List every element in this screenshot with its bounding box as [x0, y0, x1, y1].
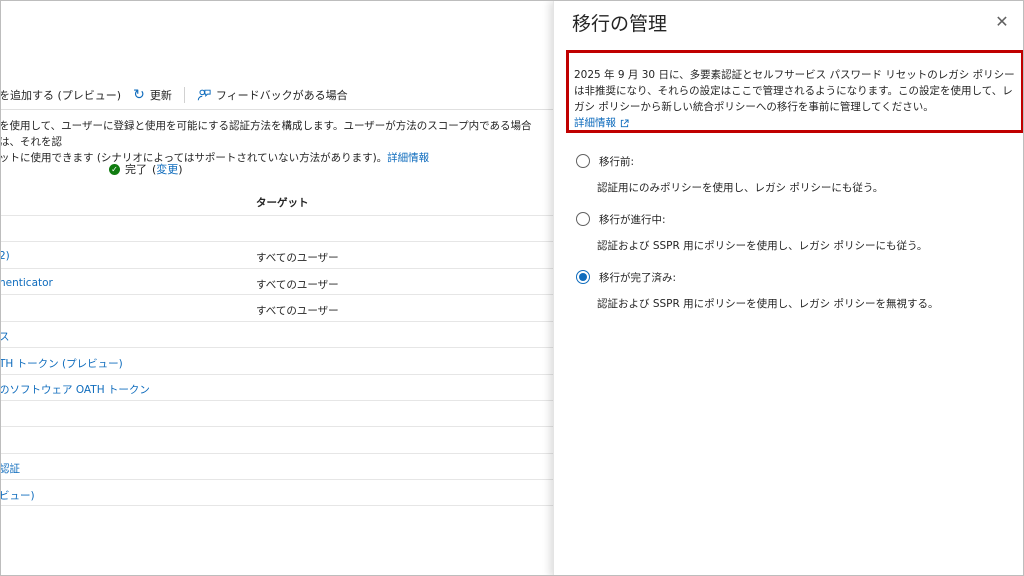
table-divider — [1, 215, 553, 216]
migration-in-progress-radio[interactable] — [576, 212, 590, 226]
method-link[interactable]: ビュー) — [1, 488, 35, 503]
refresh-label: 更新 — [149, 89, 172, 102]
add-external-method-button[interactable]: を追加する (プレビュー) — [1, 87, 121, 103]
table-divider — [1, 505, 553, 506]
notice-line-1: 2025 年 9 月 30 日に、多要素認証とセルフサービス パスワード リセッ… — [574, 69, 1015, 81]
description-line-2-text: ットに使用できます (シナリオによってはサポートされていない方法があります)。 — [1, 152, 388, 164]
close-icon: ✕ — [995, 12, 1009, 31]
feedback-label: フィードバックがある場合 — [215, 89, 348, 102]
table-divider — [1, 453, 553, 454]
method-link[interactable]: TH トークン (プレビュー) — [1, 356, 123, 371]
status-label: 完了 — [125, 163, 147, 176]
migration-status: ✓ 完了 (変更) — [109, 161, 183, 177]
command-bar: を追加する (プレビュー) ↻ 更新 フィードバックがある場合 — [1, 85, 348, 105]
migration-options: 移行前: 認証用にのみポリシーを使用し、レガシ ポリシーにも従う。 移行が進行中… — [576, 153, 1006, 327]
manage-migration-panel: 移行の管理 ✕ 2025 年 9 月 30 日に、多要素認証とセルフサービス パ… — [553, 1, 1023, 575]
checkmark-circle-icon: ✓ — [109, 163, 120, 175]
status-close-paren: ) — [178, 163, 183, 176]
refresh-icon: ↻ — [133, 87, 145, 103]
table-divider — [1, 268, 553, 269]
close-button[interactable]: ✕ — [993, 13, 1011, 31]
method-link[interactable]: 2) — [1, 250, 10, 262]
option-label: 移行が完了済み: — [599, 272, 677, 284]
table-divider — [1, 479, 553, 480]
feedback-icon — [197, 89, 211, 101]
column-header-target: ターゲット — [256, 197, 309, 209]
option-pre-migration: 移行前: 認証用にのみポリシーを使用し、レガシ ポリシーにも従う。 — [576, 153, 1006, 211]
learn-more-link[interactable]: 詳細情報 — [387, 152, 429, 164]
authentication-methods-page: を追加する (プレビュー) ↻ 更新 フィードバックがある場合 を使用して、ユー… — [1, 1, 553, 575]
option-migration-in-progress: 移行が進行中: 認証および SSPR 用にポリシーを使用し、レガシ ポリシーにも… — [576, 211, 1006, 269]
page-description: を使用して、ユーザーに登録と使用を可能にする認証方法を構成します。ユーザーが方法… — [1, 118, 539, 166]
method-target: すべてのユーザー — [256, 305, 339, 317]
method-link[interactable]: 認証 — [1, 461, 20, 476]
option-migration-complete: 移行が完了済み: 認証および SSPR 用にポリシーを使用し、レガシ ポリシーを… — [576, 269, 1006, 327]
option-label: 移行前: — [599, 156, 635, 168]
notice-learn-more-label: 詳細情報 — [574, 117, 616, 129]
toolbar-separator — [1, 109, 553, 110]
external-link-icon — [620, 118, 629, 127]
table-divider — [1, 294, 553, 295]
description-line-1: を使用して、ユーザーに登録と使用を可能にする認証方法を構成します。ユーザーが方法… — [1, 120, 532, 148]
migration-complete-radio[interactable] — [576, 270, 590, 284]
table-divider — [1, 374, 553, 375]
notice-line-2: は非推奨になり、それらの設定はここで管理されるようになります。この設定を使用して… — [574, 85, 1013, 97]
option-description: 認証および SSPR 用にポリシーを使用し、レガシ ポリシーにも従う。 — [597, 240, 928, 252]
feedback-button[interactable]: フィードバックがある場合 — [197, 87, 348, 103]
deprecation-notice: 2025 年 9 月 30 日に、多要素認証とセルフサービス パスワード リセッ… — [566, 50, 1023, 133]
table-divider — [1, 347, 553, 348]
toolbar-divider — [183, 87, 185, 103]
method-link[interactable]: ス — [1, 329, 10, 344]
table-divider — [1, 241, 553, 242]
method-target: すべてのユーザー — [256, 279, 339, 291]
refresh-button[interactable]: ↻ 更新 — [133, 87, 172, 103]
option-label: 移行が進行中: — [599, 214, 666, 226]
method-target: すべてのユーザー — [256, 252, 339, 264]
option-description: 認証用にのみポリシーを使用し、レガシ ポリシーにも従う。 — [597, 182, 884, 194]
notice-line-3: ガシ ポリシーから新しい統合ポリシーへの移行を事前に管理してください。 — [574, 101, 934, 113]
table-divider — [1, 321, 553, 322]
table-divider — [1, 400, 553, 401]
description-line-2: ットに使用できます (シナリオによってはサポートされていない方法があります)。詳… — [1, 150, 539, 166]
panel-title: 移行の管理 — [572, 13, 668, 35]
option-description: 認証および SSPR 用にポリシーを使用し、レガシ ポリシーを無視する。 — [597, 298, 939, 310]
table-divider — [1, 426, 553, 427]
screenshot-frame: を追加する (プレビュー) ↻ 更新 フィードバックがある場合 を使用して、ユー… — [0, 0, 1024, 576]
method-link[interactable]: henticator — [1, 277, 53, 289]
add-label: を追加する (プレビュー) — [1, 89, 122, 102]
pre-migration-radio[interactable] — [576, 154, 590, 168]
change-link[interactable]: 変更 — [156, 163, 178, 176]
method-link[interactable]: のソフトウェア OATH トークン — [1, 382, 150, 397]
notice-learn-more-link[interactable]: 詳細情報 — [574, 115, 629, 131]
